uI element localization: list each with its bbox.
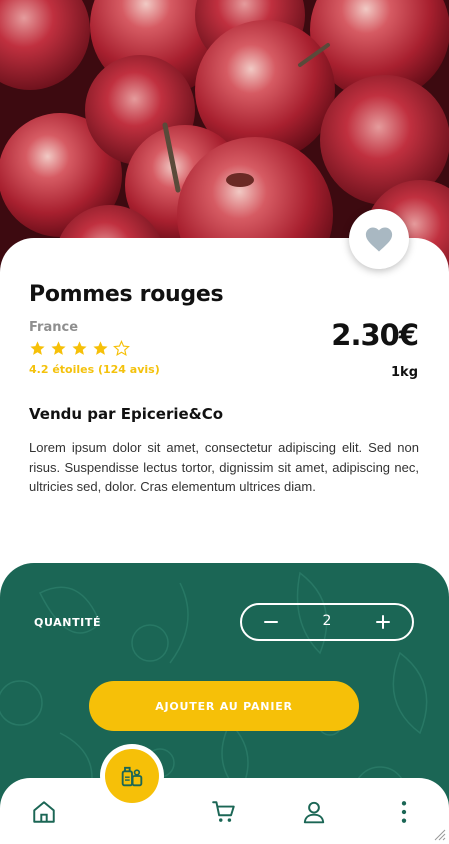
- increase-button[interactable]: [366, 607, 400, 637]
- nav-more[interactable]: [389, 797, 419, 827]
- product-origin: France: [29, 320, 79, 335]
- rating-text: 4.2 étoiles (124 avis): [29, 363, 160, 376]
- quantity-label: QUANTITÉ: [34, 616, 102, 629]
- nav-profile[interactable]: [299, 797, 329, 827]
- plus-icon: [376, 615, 390, 629]
- heart-icon: [365, 227, 393, 252]
- star-filled-icon: [29, 340, 46, 357]
- rating-stars: [29, 340, 130, 357]
- star-filled-icon: [92, 340, 109, 357]
- cart-icon: [212, 801, 235, 822]
- star-empty-icon: [113, 340, 130, 357]
- star-filled-icon: [50, 340, 67, 357]
- favorite-button[interactable]: [349, 209, 409, 269]
- more-icon: [401, 801, 407, 823]
- grocery-icon: [121, 766, 143, 787]
- nav-home[interactable]: [29, 797, 59, 827]
- resize-grip-icon[interactable]: [434, 829, 446, 841]
- seller-name: Vendu par Epicerie&Co: [29, 405, 224, 423]
- product-price: 2.30€: [331, 318, 419, 352]
- add-to-cart-button[interactable]: AJOUTER AU PANIER: [89, 681, 359, 731]
- product-description: Lorem ipsum dolor sit amet, consectetur …: [29, 440, 419, 494]
- product-unit: 1kg: [391, 365, 418, 380]
- user-icon: [303, 801, 325, 824]
- home-icon: [33, 801, 55, 823]
- nav-cart[interactable]: [209, 797, 239, 827]
- quantity-stepper: 2: [240, 603, 414, 641]
- product-name: Pommes rouges: [29, 282, 224, 307]
- nav-grocery-button[interactable]: [105, 749, 159, 803]
- star-filled-icon: [71, 340, 88, 357]
